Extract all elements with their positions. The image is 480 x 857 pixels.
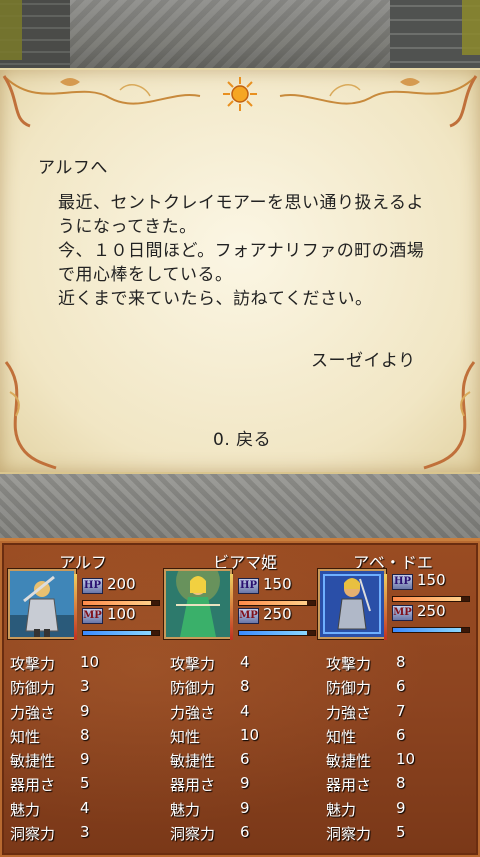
stat-value: 6 xyxy=(396,677,406,696)
sun-emblem-icon xyxy=(223,77,257,111)
dungeon-background-top xyxy=(0,0,480,75)
gauge-marker xyxy=(74,574,77,640)
stat-value: 9 xyxy=(396,798,406,817)
hp-value: 200 xyxy=(107,575,136,593)
stat-value: 6 xyxy=(240,823,250,842)
stat-label: 魅力 xyxy=(10,800,41,819)
stat-label: 魅力 xyxy=(170,800,201,819)
stat-label: 敏捷性 xyxy=(170,752,216,771)
ornament-bottom-left-icon xyxy=(4,361,57,470)
mp-tag: MP xyxy=(392,605,413,621)
stat-value: 4 xyxy=(240,701,250,720)
hp-value: 150 xyxy=(263,575,292,593)
hp-value: 150 xyxy=(417,571,446,589)
stat-label: 洞察力 xyxy=(326,825,372,844)
mp-tag: MP xyxy=(238,608,259,624)
stat-label: 器用さ xyxy=(326,776,372,795)
mp-tag: MP xyxy=(82,608,103,624)
hp-tag: HP xyxy=(392,574,413,590)
character-portrait xyxy=(8,569,76,639)
stat-label: 攻撃力 xyxy=(170,655,216,673)
stat-value: 8 xyxy=(240,677,250,696)
stat-label: 力強さ xyxy=(10,703,56,722)
mp-value: 100 xyxy=(107,605,136,623)
back-option[interactable]: 0. 戻る xyxy=(213,425,271,450)
character-portrait xyxy=(164,569,232,639)
stat-label: 知性 xyxy=(170,727,201,746)
letter-line: 最近、セントクレイモアーを思い通り扱えるよ xyxy=(58,193,424,213)
stat-label: 敏捷性 xyxy=(10,752,56,771)
stat-value: 9 xyxy=(240,774,250,793)
stat-label: 器用さ xyxy=(10,776,56,795)
stat-value: 3 xyxy=(80,823,90,842)
stat-value: 3 xyxy=(80,677,90,696)
stat-label: 洞察力 xyxy=(170,825,216,844)
letter-line: うになってきた。 xyxy=(58,217,197,237)
stat-value: 10 xyxy=(240,725,260,744)
stat-value: 7 xyxy=(396,701,406,720)
stat-label: 防御力 xyxy=(170,679,216,698)
stat-value: 9 xyxy=(80,701,90,720)
stat-label: 力強さ xyxy=(170,703,216,722)
stat-label: 攻撃力 xyxy=(10,655,56,673)
stone-wall-right xyxy=(390,0,480,75)
party-member-1[interactable]: アルフ HP 200 MP 100 攻撃力 10 防御力 3 力強さ 9 知性 8 敏捷性 9 器用… xyxy=(8,541,166,857)
stat-label: 攻撃力 xyxy=(326,655,372,673)
character-portrait xyxy=(318,569,386,639)
stat-value: 5 xyxy=(80,774,90,793)
letter-line: 今、１０日間ほど。フォアナリファの町の酒場 xyxy=(58,241,425,261)
letter-signature: スーゼイより xyxy=(311,351,416,371)
hp-tag: HP xyxy=(82,578,103,594)
mp-bar xyxy=(392,627,470,633)
letter-line: で用心棒をしている。 xyxy=(58,265,233,285)
party-member-2[interactable]: ビアマ姫 HP 150 MP 250 攻撃力 4 防御力 8 力強さ 4 知性 10 敏捷性 6 器… xyxy=(164,541,322,857)
stat-value: 8 xyxy=(396,774,406,793)
mp-bar xyxy=(238,630,316,636)
mp-value: 250 xyxy=(263,605,292,623)
stat-label: 防御力 xyxy=(10,679,56,698)
stat-value: 6 xyxy=(240,750,250,769)
stat-value: 10 xyxy=(80,653,100,671)
gauge-marker xyxy=(384,574,387,640)
knight-portrait-icon xyxy=(10,571,74,637)
stat-label: 洞察力 xyxy=(10,825,56,844)
stat-label: 力強さ xyxy=(326,703,372,722)
princess-portrait-icon xyxy=(166,571,230,637)
stat-label: 防御力 xyxy=(326,679,372,698)
stat-label: 魅力 xyxy=(326,800,357,819)
stat-value: 4 xyxy=(240,653,250,671)
stat-value: 10 xyxy=(396,750,416,769)
ornament-bottom-right-icon xyxy=(423,361,476,470)
party-member-3[interactable]: アベ・ドエ HP 150 MP 250 攻撃力 8 防御力 6 力強さ 7 知性 6 敏捷性 10… xyxy=(318,541,476,857)
stat-value: 9 xyxy=(240,798,250,817)
stone-wall-left xyxy=(0,0,70,75)
stat-value: 9 xyxy=(80,750,90,769)
mp-value: 250 xyxy=(417,602,446,620)
party-status-panel: アルフ HP 200 MP 100 攻撃力 10 防御力 3 力強さ 9 知性 8 敏捷性 9 器用… xyxy=(0,538,480,857)
mp-bar xyxy=(82,630,160,636)
stat-value: 4 xyxy=(80,798,90,817)
hp-tag: HP xyxy=(238,578,259,594)
stat-value: 8 xyxy=(80,725,90,744)
stat-label: 知性 xyxy=(10,727,41,746)
stat-value: 8 xyxy=(396,653,406,671)
stat-label: 知性 xyxy=(326,727,357,746)
letter-salutation: アルフへ xyxy=(38,158,108,178)
letter-line: 近くまで来ていたら、訪ねてください。 xyxy=(58,289,373,309)
stat-label: 敏捷性 xyxy=(326,752,372,771)
gauge-marker xyxy=(230,574,233,640)
stat-value: 6 xyxy=(396,725,406,744)
warrior-portrait-icon xyxy=(320,571,384,637)
letter-parchment: アルフへ 最近、セントクレイモアーを思い通り扱えるよ うになってきた。 今、１０… xyxy=(0,68,480,474)
stat-value: 5 xyxy=(396,823,406,842)
stat-label: 器用さ xyxy=(170,776,216,795)
letter-body: 最近、セントクレイモアーを思い通り扱えるよ うになってきた。 今、１０日間ほど。… xyxy=(58,191,424,311)
